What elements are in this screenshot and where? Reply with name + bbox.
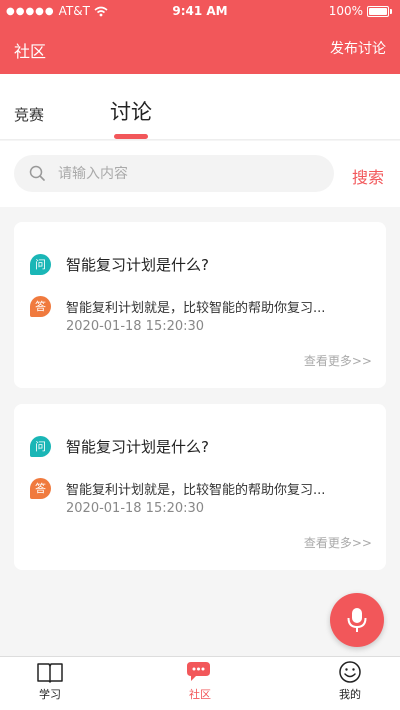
microphone-icon: [347, 608, 367, 632]
tabbar-label: 社区: [189, 688, 211, 701]
status-right: 100%: [329, 4, 392, 18]
publish-discussion-button[interactable]: 发布讨论: [330, 38, 386, 58]
post-timestamp: 2020-01-18 15:20:30: [66, 501, 205, 516]
battery-tip-icon: [390, 8, 392, 14]
battery-icon: [367, 5, 389, 17]
page-title: 社区: [14, 42, 47, 61]
search-box: [14, 155, 334, 192]
active-tab-indicator: [114, 134, 148, 139]
header: ●●●●● AT&T 9:41 AM 100% 社区 发布讨论: [0, 0, 400, 74]
book-icon: [37, 663, 63, 683]
voice-input-button[interactable]: [330, 593, 384, 647]
tabbar-item-mine[interactable]: 我的: [320, 661, 380, 702]
search-button[interactable]: 搜索: [352, 164, 384, 188]
post-timestamp: 2020-01-18 15:20:30: [66, 319, 205, 334]
search-input[interactable]: [58, 155, 318, 192]
post-card[interactable]: 问 智能复习计划是什么? 答 智能复利计划就是，比较智能的帮助你复习... 20…: [14, 404, 386, 570]
question-text: 智能复习计划是什么?: [66, 438, 209, 456]
search-icon: [29, 165, 45, 181]
answer-text: 智能复利计划就是，比较智能的帮助你复习...: [66, 301, 326, 316]
answer-badge: 答: [30, 478, 51, 499]
tab-competition[interactable]: 竞赛: [14, 104, 44, 125]
chat-icon: [187, 662, 210, 681]
question-badge: 问: [30, 254, 51, 275]
tab-discussion[interactable]: 讨论: [110, 96, 152, 126]
search-area: 搜索: [0, 141, 400, 207]
battery-percent: 100%: [328, 4, 363, 18]
tabbar-item-community[interactable]: 社区: [170, 661, 230, 702]
tabbar-label: 学习: [39, 688, 61, 701]
answer-badge: 答: [30, 296, 51, 317]
view-more-link[interactable]: 查看更多>>: [304, 534, 372, 551]
smiley-icon: [339, 661, 361, 683]
question-badge: 问: [30, 436, 51, 457]
segment-tabs: 竞赛 讨论: [0, 74, 400, 140]
bottom-tab-bar: 学习 社区 我的: [0, 656, 400, 710]
tabbar-item-study[interactable]: 学习: [20, 661, 80, 702]
tabbar-label: 我的: [339, 688, 361, 701]
question-text: 智能复习计划是什么?: [66, 256, 209, 274]
answer-text: 智能复利计划就是，比较智能的帮助你复习...: [66, 483, 326, 498]
view-more-link[interactable]: 查看更多>>: [304, 352, 372, 369]
status-bar: ●●●●● AT&T 9:41 AM 100%: [0, 0, 400, 22]
post-card[interactable]: 问 智能复习计划是什么? 答 智能复利计划就是，比较智能的帮助你复习... 20…: [14, 222, 386, 388]
